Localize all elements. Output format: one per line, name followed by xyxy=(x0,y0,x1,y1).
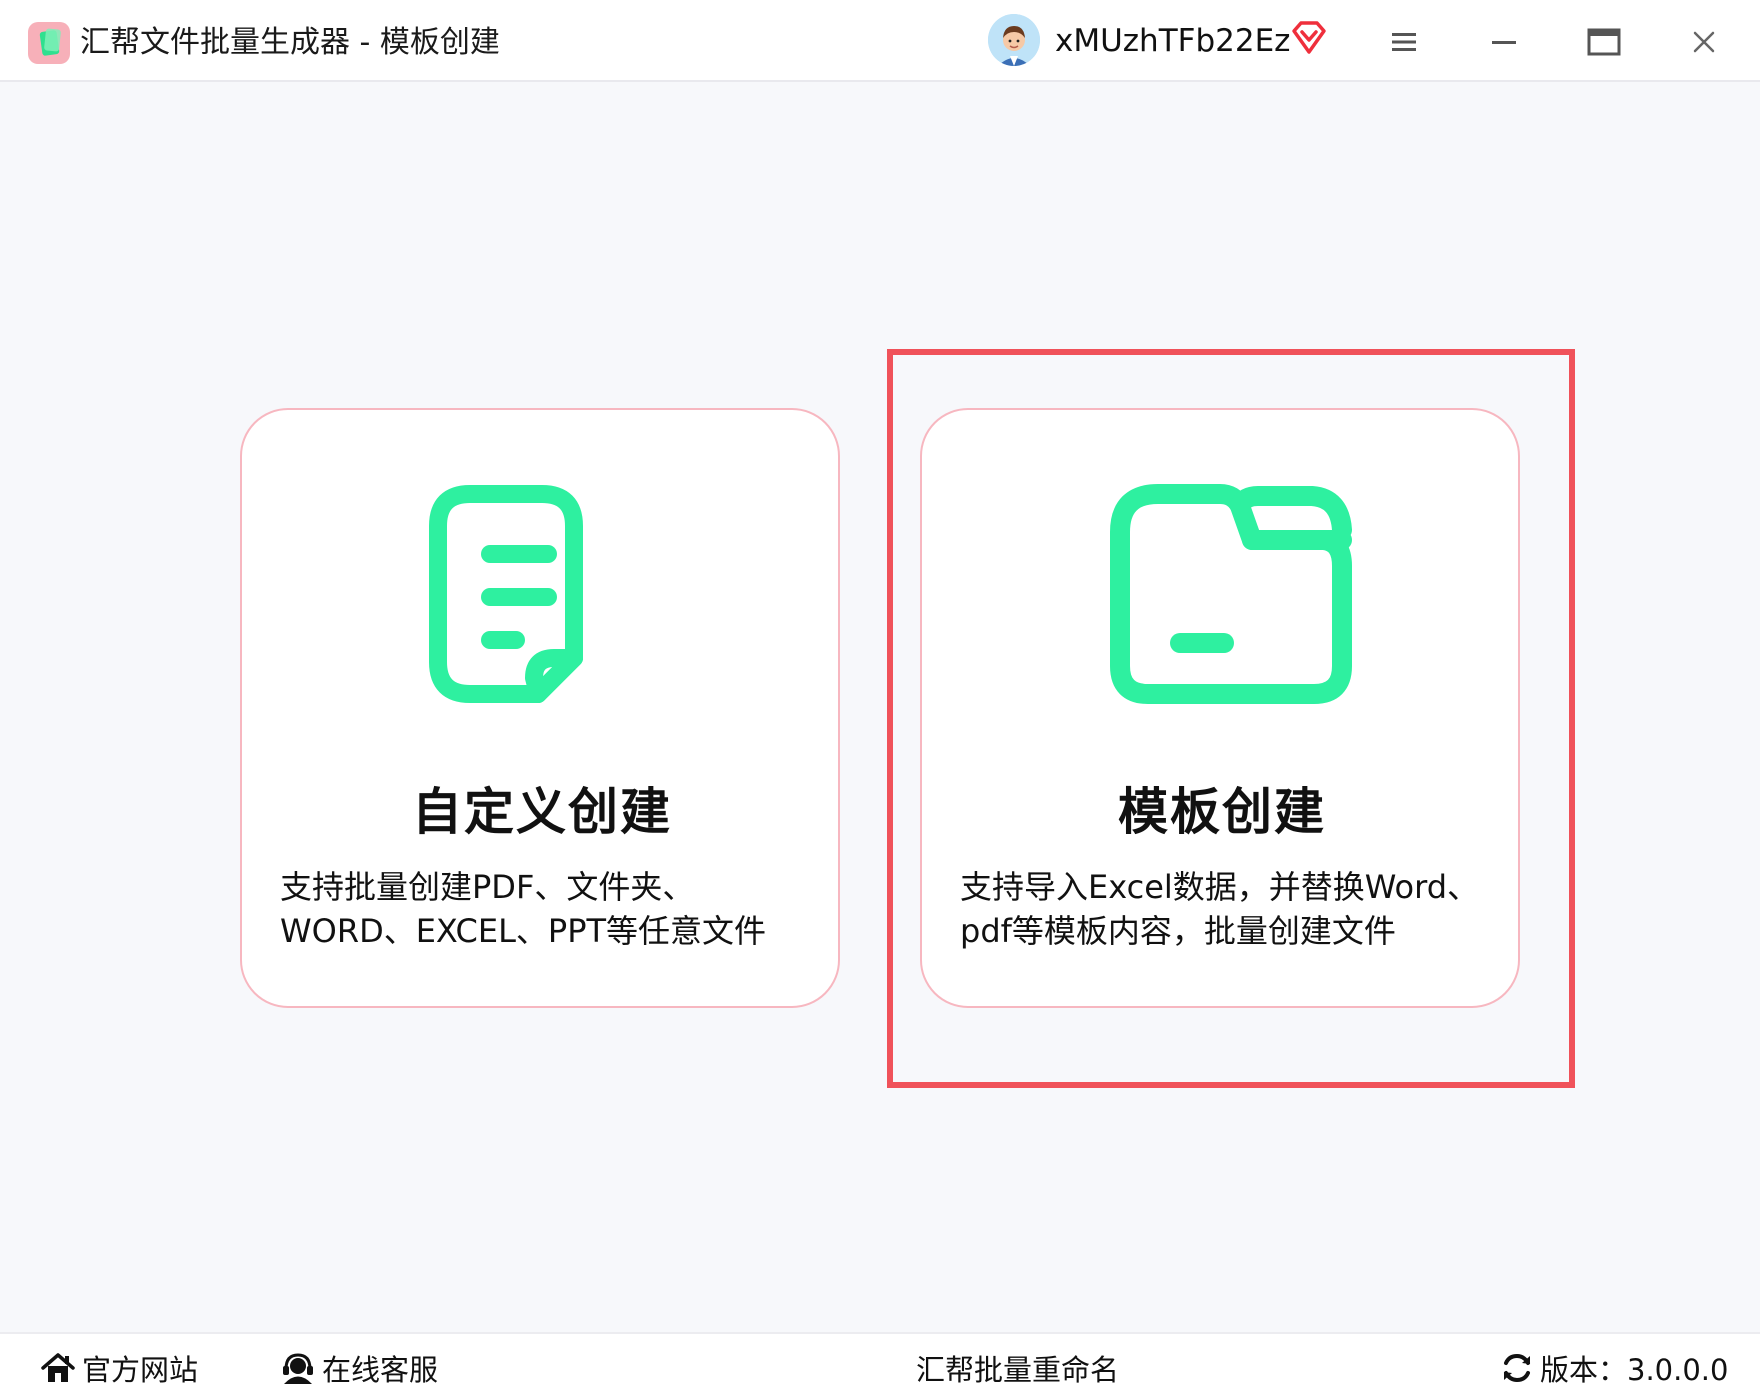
official-website-label: 官方网站 xyxy=(82,1353,199,1387)
online-service-link[interactable]: 在线客服 xyxy=(280,1334,438,1400)
home-icon xyxy=(41,1353,75,1382)
version-info: 版本：3.0.0.0 xyxy=(1500,1334,1728,1400)
folder-icon xyxy=(922,470,1522,710)
batch-rename-label: 汇帮批量重命名 xyxy=(916,1353,1120,1387)
user-name[interactable]: xMUzhTFb22Ez xyxy=(1055,20,1290,62)
avatar-icon[interactable] xyxy=(988,14,1040,66)
app-logo-icon xyxy=(28,22,70,64)
hamburger-menu-icon[interactable] xyxy=(1374,16,1434,68)
card-description-line: 支持批量创建PDF、文件夹、 xyxy=(280,868,695,906)
card-description: 支持批量创建PDF、文件夹、 WORD、EXCEL、PPT等任意文件 xyxy=(280,865,810,953)
template-create-card[interactable]: 模板创建 支持导入Excel数据，并替换Word、 pdf等模板内容，批量创建文… xyxy=(920,408,1520,1008)
version-label: 版本：3.0.0.0 xyxy=(1540,1353,1729,1387)
batch-rename-link[interactable]: 汇帮批量重命名 xyxy=(916,1334,1119,1400)
minimize-icon[interactable] xyxy=(1474,16,1534,68)
refresh-icon[interactable] xyxy=(1500,1351,1534,1385)
title-bar: 汇帮文件批量生成器 - 模板创建 xMUzhTFb22Ez xyxy=(0,0,1760,82)
headset-icon xyxy=(283,1353,313,1384)
document-icon xyxy=(242,470,842,710)
card-description-line: 支持导入Excel数据，并替换Word、 xyxy=(960,868,1480,906)
card-title: 模板创建 xyxy=(1118,783,1326,841)
online-service-label: 在线客服 xyxy=(322,1353,439,1387)
diamond-vip-icon[interactable] xyxy=(1290,20,1328,56)
official-website-link[interactable]: 官方网站 xyxy=(40,1334,198,1400)
footer-bar: 官方网站 在线客服 汇帮批量重命名 版本：3.0.0.0 xyxy=(0,1332,1760,1400)
close-icon[interactable] xyxy=(1674,16,1734,68)
card-description-line: pdf等模板内容，批量创建文件 xyxy=(960,912,1396,950)
window-title: 汇帮文件批量生成器 - 模板创建 xyxy=(80,25,500,60)
card-description-line: WORD、EXCEL、PPT等任意文件 xyxy=(280,912,767,950)
maximize-icon[interactable] xyxy=(1574,16,1634,68)
card-title: 自定义创建 xyxy=(412,783,672,841)
card-description: 支持导入Excel数据，并替换Word、 pdf等模板内容，批量创建文件 xyxy=(960,865,1490,953)
custom-create-card[interactable]: 自定义创建 支持批量创建PDF、文件夹、 WORD、EXCEL、PPT等任意文件 xyxy=(240,408,840,1008)
